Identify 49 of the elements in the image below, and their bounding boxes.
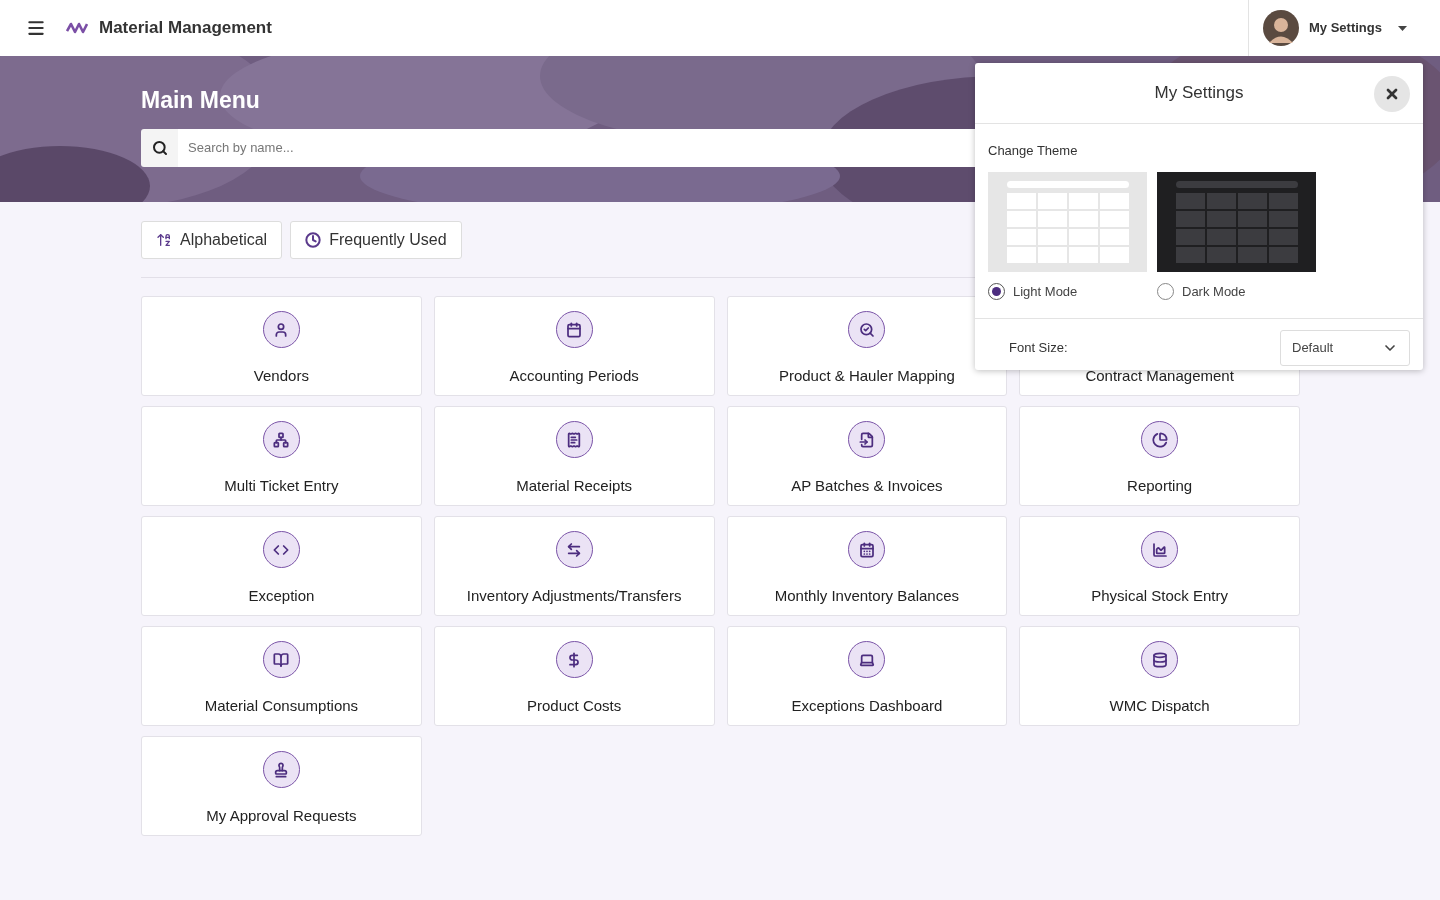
menu-tile[interactable]: WMC Dispatch — [1019, 626, 1300, 726]
user-menu[interactable]: My Settings — [1309, 18, 1407, 38]
menu-tile[interactable]: My Approval Requests — [141, 736, 422, 836]
menu-tile[interactable]: Product & Hauler Mapping — [726, 296, 1008, 396]
calendar-icon — [566, 321, 583, 338]
menu-icon[interactable] — [26, 18, 46, 38]
receipt-icon — [566, 431, 583, 448]
caret-icon — [1397, 25, 1407, 31]
stamp-icon — [273, 761, 290, 778]
popup-title: My Settings — [1154, 82, 1244, 105]
menu-tile[interactable]: Reporting — [1019, 406, 1300, 506]
menu-tile[interactable]: Monthly Inventory Balances — [726, 516, 1008, 616]
area-chart-icon — [1151, 541, 1168, 558]
file-import-icon — [858, 431, 875, 448]
swap-arrows-icon — [566, 541, 583, 558]
avatar-icon — [1263, 10, 1299, 46]
sort-button[interactable]: Alphabetical — [141, 221, 283, 259]
theme-radio[interactable]: Dark Mode — [1157, 281, 1316, 301]
logo-icon — [66, 22, 88, 34]
person-icon — [273, 321, 290, 338]
app-title: Material Management — [99, 17, 272, 40]
menu-tile[interactable]: Material Consumptions — [141, 626, 422, 726]
hierarchy-icon — [273, 431, 290, 448]
menu-tile[interactable]: Exception — [141, 516, 422, 616]
font-size-label: Font Size: — [1009, 339, 1068, 358]
menu-tile[interactable]: Multi Ticket Entry — [141, 406, 422, 506]
sort-az-icon — [156, 232, 172, 248]
menu-tile[interactable]: Product Costs — [433, 626, 715, 726]
close-icon — [1384, 86, 1400, 102]
menu-tile[interactable]: Exceptions Dashboard — [726, 626, 1008, 726]
book-icon — [273, 651, 290, 668]
menu-tile[interactable]: Accounting Periods — [433, 296, 715, 396]
menu-tile[interactable]: Inventory Adjustments/Transfers — [433, 516, 715, 616]
menu-tile[interactable]: Material Receipts — [433, 406, 715, 506]
menu-tile[interactable]: AP Batches & Invoices — [726, 406, 1008, 506]
font-size-select[interactable]: Default — [1280, 330, 1410, 366]
sort-button[interactable]: Frequently Used — [290, 221, 462, 259]
pie-chart-icon — [1151, 431, 1168, 448]
laptop-icon — [858, 651, 875, 668]
calendar-icon — [858, 541, 875, 558]
section-label: Change Theme — [988, 142, 1079, 160]
clock-icon — [305, 232, 322, 248]
menu-tile[interactable]: Vendors — [141, 296, 422, 396]
database-icon — [1151, 651, 1168, 668]
page-title: Main Menu — [141, 86, 260, 114]
close-button[interactable] — [1374, 76, 1410, 112]
magnifier-icon — [858, 321, 875, 338]
search-icon — [151, 140, 168, 156]
menu-tile[interactable]: Physical Stock Entry — [1019, 516, 1300, 616]
